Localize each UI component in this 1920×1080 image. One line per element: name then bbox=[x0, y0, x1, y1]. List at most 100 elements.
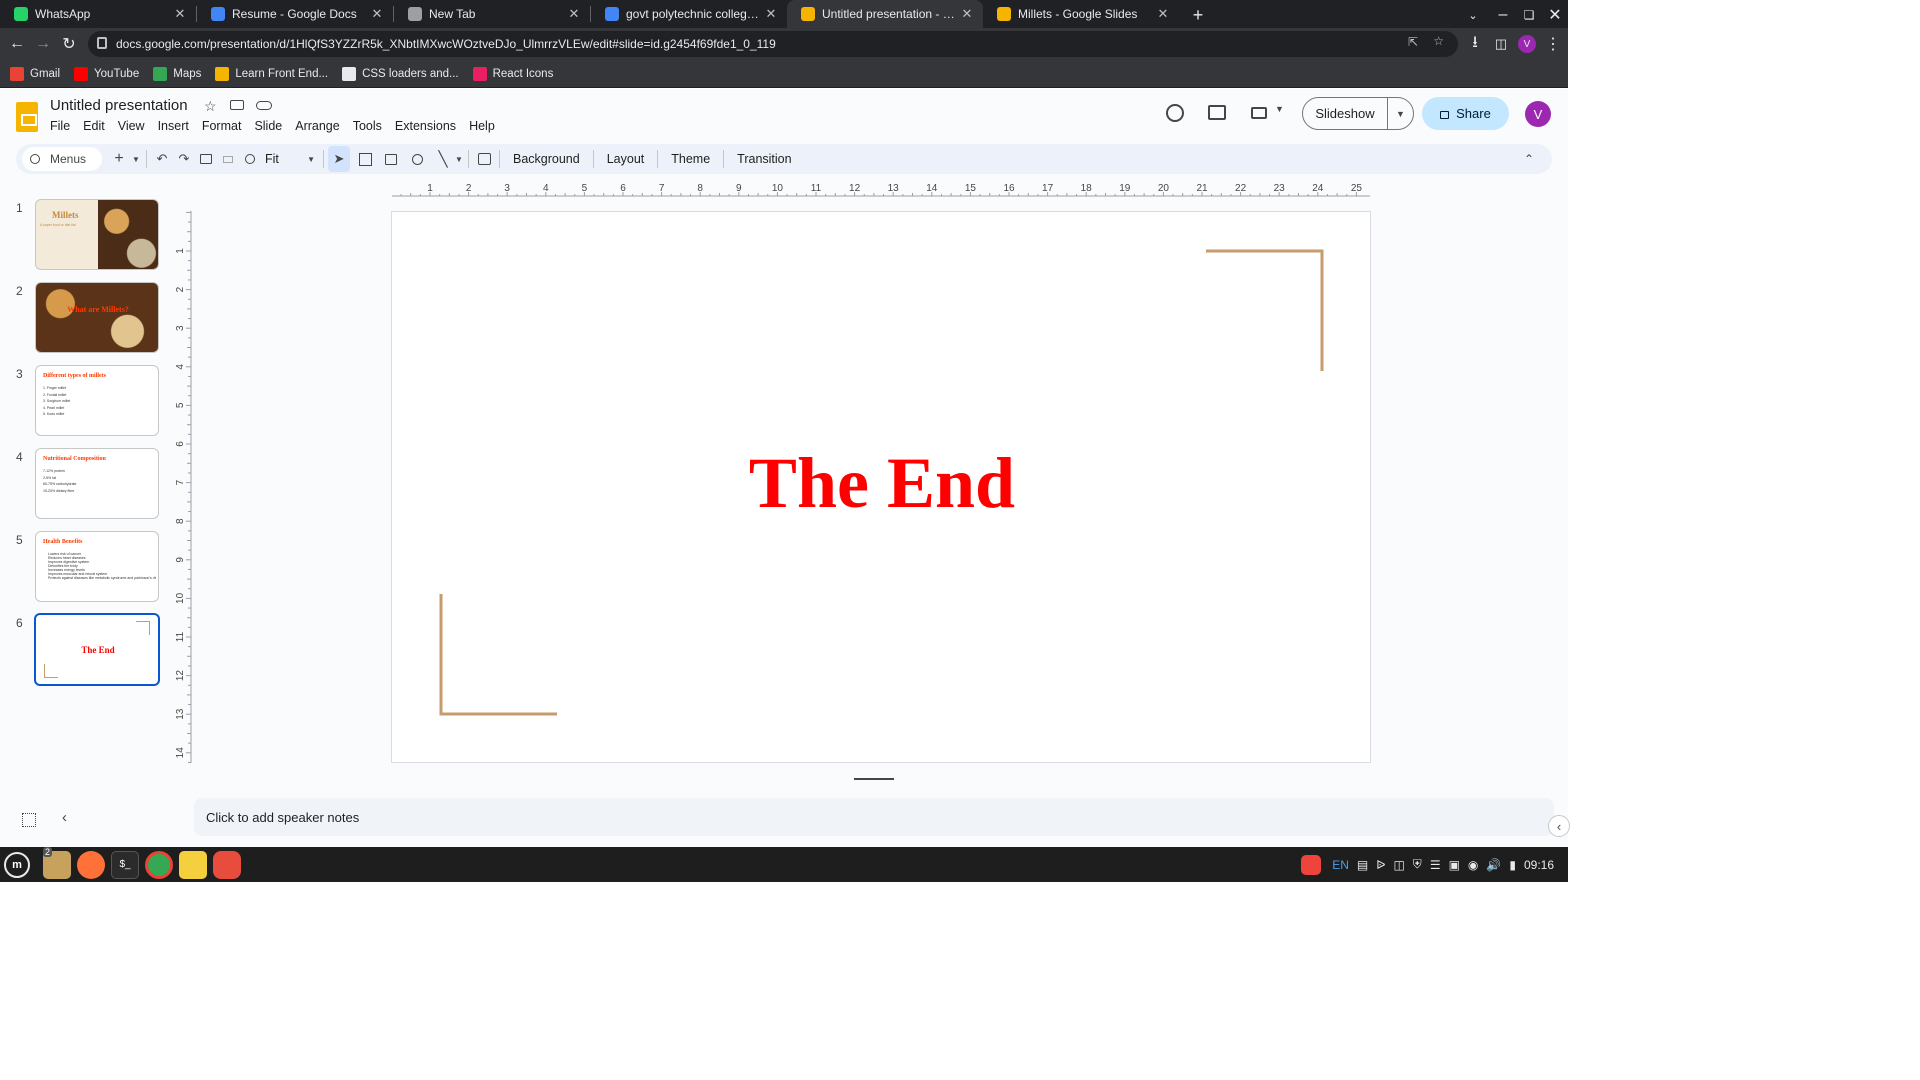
browser-tab[interactable]: Untitled presentation - Googl✕ bbox=[787, 0, 983, 28]
browser-tab[interactable]: Resume - Google Docs ✕ bbox=[197, 0, 393, 28]
print-icon[interactable] bbox=[195, 146, 217, 172]
bookmark-star-icon[interactable]: ☆ bbox=[1433, 34, 1444, 48]
new-slide-dropdown-icon[interactable]: ▼ bbox=[130, 146, 142, 172]
grid-view-icon[interactable] bbox=[22, 813, 36, 827]
comments-icon[interactable] bbox=[1208, 105, 1226, 120]
back-button[interactable]: ← bbox=[4, 31, 30, 57]
browser-tab[interactable]: WhatsApp ✕ bbox=[0, 0, 196, 28]
user-avatar[interactable]: V bbox=[1525, 101, 1551, 127]
meet-dropdown-icon[interactable]: ▼ bbox=[1275, 104, 1284, 114]
horizontal-ruler[interactable]: 1 2 3 4 5 6 7 8 9 10 11 12 13 14 15 16 17 18 19 20 21 22 23 24 2… bbox=[392, 181, 1370, 197]
slide-thumbnail[interactable]: What are Millets? bbox=[35, 282, 159, 353]
storage-icon[interactable]: ▣ bbox=[1449, 858, 1460, 872]
menu-help[interactable]: Help bbox=[469, 119, 495, 133]
corner-accent-bottom-left[interactable] bbox=[439, 592, 559, 716]
reader-app-icon[interactable] bbox=[213, 850, 241, 879]
google-slides-logo-icon[interactable] bbox=[16, 102, 38, 132]
wifi-icon[interactable]: ◉ bbox=[1468, 858, 1478, 872]
bookmark-item[interactable]: Learn Front End... bbox=[215, 66, 328, 81]
close-tab-icon[interactable]: ✕ bbox=[369, 6, 385, 22]
slide-thumbnail[interactable]: Different types of millets 1. Finger mill… bbox=[35, 365, 159, 436]
notes-app-icon[interactable] bbox=[179, 850, 207, 879]
presentation-title[interactable]: Untitled presentation bbox=[50, 97, 188, 114]
slide-title-text[interactable]: The End bbox=[392, 442, 1372, 525]
layout-button[interactable]: Layout bbox=[598, 152, 654, 166]
add-comment-icon[interactable] bbox=[473, 146, 495, 172]
insert-image-icon[interactable] bbox=[380, 146, 402, 172]
speaker-notes[interactable]: Click to add speaker notes bbox=[194, 798, 1554, 836]
tab-search-icon[interactable]: ⌄ bbox=[1460, 2, 1486, 28]
forward-button[interactable]: → bbox=[30, 31, 56, 57]
side-panel-toggle-icon[interactable]: ‹ bbox=[1548, 815, 1570, 837]
theme-button[interactable]: Theme bbox=[662, 152, 719, 166]
star-icon[interactable]: ☆ bbox=[204, 98, 217, 115]
menu-extensions[interactable]: Extensions bbox=[395, 119, 456, 133]
shape-icon[interactable] bbox=[406, 146, 428, 172]
menu-format[interactable]: Format bbox=[202, 119, 242, 133]
menu-insert[interactable]: Insert bbox=[158, 119, 189, 133]
new-slide-icon[interactable]: + bbox=[108, 146, 130, 172]
clock[interactable]: 09:16 bbox=[1524, 858, 1554, 872]
notes-resize-handle[interactable] bbox=[854, 778, 894, 780]
select-tool-icon[interactable]: ➤ bbox=[328, 146, 350, 172]
share-button[interactable]: Share bbox=[1422, 97, 1509, 130]
slide-thumbnail[interactable]: Nutritional Composition 7-12% protein 2-5%… bbox=[35, 448, 159, 519]
share-page-icon[interactable]: ⇱ bbox=[1408, 35, 1418, 49]
zoom-icon[interactable] bbox=[239, 146, 261, 172]
transition-button[interactable]: Transition bbox=[728, 152, 800, 166]
slide-thumbnail[interactable]: Health Benefits Lowers risk of cancer Redu… bbox=[35, 531, 159, 602]
close-tab-icon[interactable]: ✕ bbox=[566, 6, 582, 22]
profile-avatar[interactable]: V bbox=[1514, 31, 1540, 57]
menu-slide[interactable]: Slide bbox=[254, 119, 282, 133]
linux-mint-menu-icon[interactable]: m bbox=[4, 851, 30, 878]
bluetooth-icon[interactable]: ᐉ bbox=[1376, 858, 1385, 872]
collapse-filmstrip-icon[interactable]: ‹ bbox=[62, 809, 67, 826]
bookmark-item[interactable]: CSS loaders and... bbox=[342, 66, 459, 81]
address-bar[interactable]: docs.google.com/presentation/d/1HlQfS3YZ… bbox=[88, 31, 1458, 57]
close-window-button[interactable]: ✕ bbox=[1542, 2, 1568, 28]
search-menus[interactable]: Menus bbox=[22, 147, 102, 171]
browser-menu-icon[interactable]: ⋮ bbox=[1540, 31, 1566, 57]
slide-canvas[interactable]: The End bbox=[391, 211, 1371, 763]
slide-thumbnail[interactable]: Millets A super food or diet list bbox=[35, 199, 159, 270]
browser-tab[interactable]: New Tab ✕ bbox=[394, 0, 590, 28]
restore-window-button[interactable]: ❏ bbox=[1516, 2, 1542, 28]
version-history-icon[interactable] bbox=[1166, 104, 1184, 122]
bookmark-item[interactable]: React Icons bbox=[472, 66, 553, 81]
collapse-toolbar-icon[interactable]: ⌃ bbox=[1518, 146, 1540, 172]
close-tab-icon[interactable]: ✕ bbox=[1155, 6, 1171, 22]
display-icon[interactable]: ▤ bbox=[1357, 858, 1368, 872]
menu-view[interactable]: View bbox=[118, 119, 145, 133]
bookmark-item[interactable]: Maps bbox=[153, 66, 201, 81]
slideshow-button[interactable]: Slideshow ▼ bbox=[1302, 97, 1414, 130]
reload-button[interactable]: ↻ bbox=[56, 31, 82, 57]
firefox-icon[interactable] bbox=[77, 850, 105, 879]
keyboard-language[interactable]: EN bbox=[1332, 858, 1349, 872]
browser-tab[interactable]: Millets - Google Slides ✕ bbox=[983, 0, 1179, 28]
text-box-icon[interactable] bbox=[354, 146, 376, 172]
meet-camera-icon[interactable] bbox=[1251, 107, 1267, 119]
minimize-window-button[interactable]: – bbox=[1490, 2, 1516, 28]
line-icon[interactable]: ╲ bbox=[432, 146, 454, 172]
vertical-ruler[interactable]: 1234567891011121314 bbox=[174, 211, 192, 763]
move-folder-icon[interactable] bbox=[230, 100, 244, 110]
site-info-icon[interactable] bbox=[97, 37, 107, 49]
zoom-select[interactable]: Fit ▼ bbox=[261, 152, 319, 166]
menu-file[interactable]: File bbox=[50, 119, 70, 133]
browser-tab[interactable]: govt polytechnic college peru✕ bbox=[591, 0, 787, 28]
close-tab-icon[interactable]: ✕ bbox=[763, 6, 779, 22]
paint-format-icon[interactable] bbox=[217, 146, 239, 172]
anydesk-icon[interactable] bbox=[1301, 854, 1322, 875]
clipboard-icon[interactable]: ◫ bbox=[1393, 858, 1404, 872]
shield-icon[interactable]: ⛨ bbox=[1413, 857, 1422, 872]
slideshow-dropdown-icon[interactable]: ▼ bbox=[1388, 109, 1413, 119]
close-tab-icon[interactable]: ✕ bbox=[959, 6, 975, 22]
volume-icon[interactable]: 🔊 bbox=[1486, 858, 1501, 872]
files-icon[interactable]: 2 bbox=[43, 846, 71, 879]
battery-icon[interactable]: ▮ bbox=[1509, 858, 1516, 872]
close-tab-icon[interactable]: ✕ bbox=[172, 6, 188, 22]
menu-edit[interactable]: Edit bbox=[83, 119, 105, 133]
downloads-icon[interactable]: ⭳ bbox=[1462, 31, 1488, 57]
terminal-icon[interactable]: $_ bbox=[111, 850, 139, 879]
corner-accent-top-right[interactable] bbox=[1204, 249, 1324, 373]
